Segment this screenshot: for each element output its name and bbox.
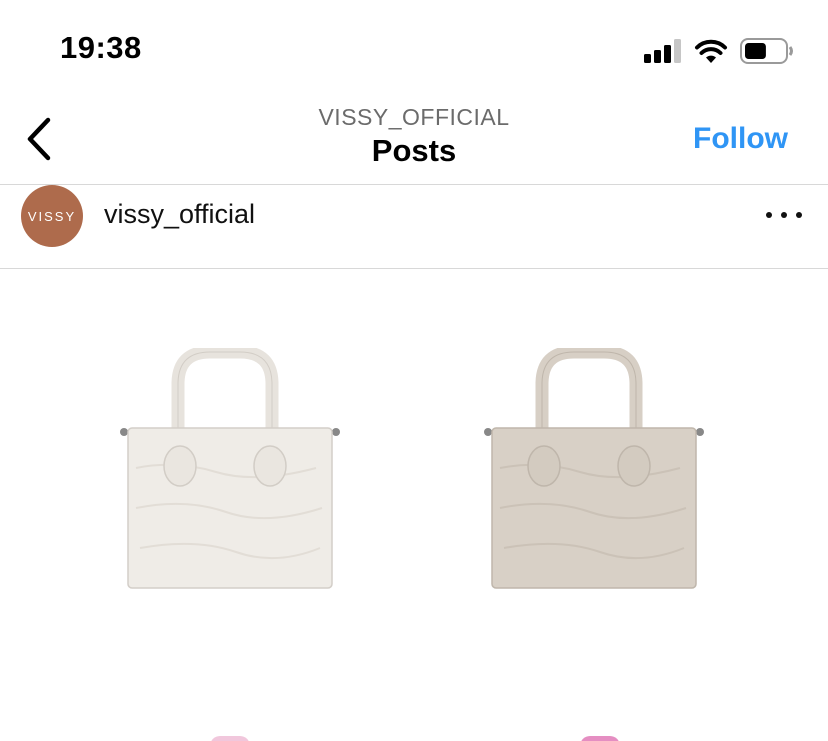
dot [766, 212, 772, 218]
white-croc-handbag [120, 348, 340, 589]
status-icons [644, 36, 794, 66]
status-time: 19:38 [60, 30, 142, 65]
wifi-icon [695, 39, 727, 63]
more-options-button[interactable] [766, 203, 802, 227]
post-username[interactable]: vissy_official [104, 199, 255, 230]
status-bar: 19:38 [0, 0, 828, 96]
dot [796, 212, 802, 218]
cellular-signal-icon [644, 39, 681, 63]
dot [781, 212, 787, 218]
avatar[interactable]: VISSY [21, 185, 83, 247]
pink-bag-partial [580, 736, 620, 741]
avatar-logo-text: VISSY [27, 208, 77, 224]
nav-header: VISSY_OFFICIAL Posts Follow [0, 96, 828, 184]
post-header: VISSY vissy_official [0, 185, 828, 269]
post-image[interactable] [0, 270, 828, 741]
divider [0, 268, 828, 269]
pink-bag-partial [210, 736, 250, 741]
battery-icon [740, 38, 793, 64]
taupe-croc-handbag [484, 348, 704, 589]
follow-button[interactable]: Follow [693, 122, 788, 156]
